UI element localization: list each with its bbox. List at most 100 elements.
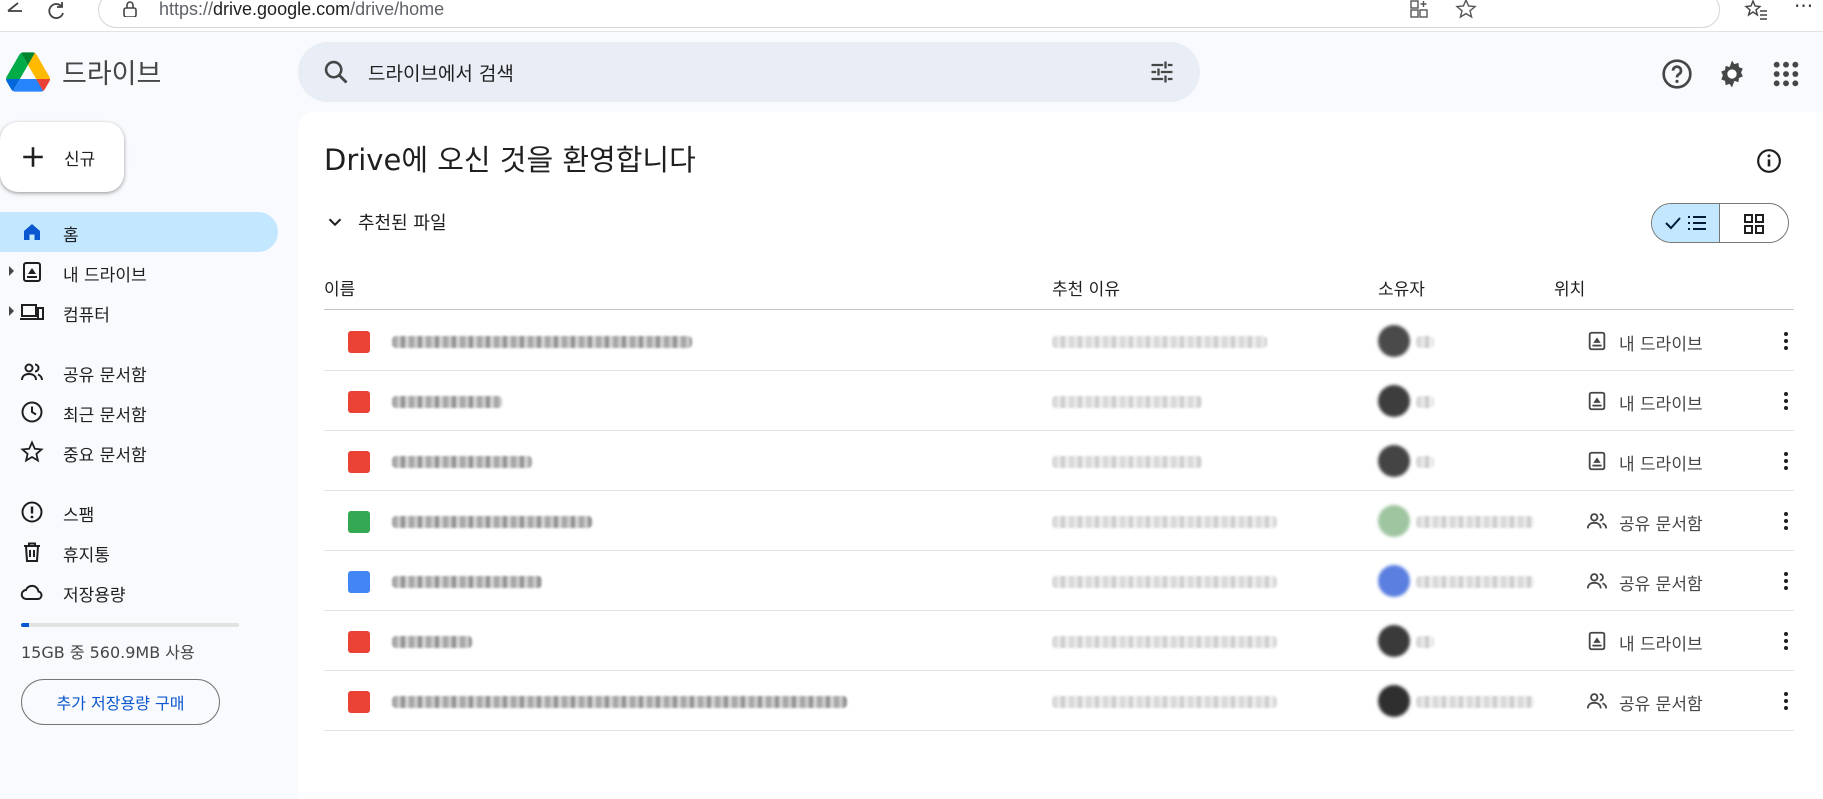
location-text: 내 드라이브 xyxy=(1619,335,1703,355)
reason-redacted xyxy=(1052,456,1202,468)
new-button-label: 신규 xyxy=(64,149,96,170)
search-input[interactable]: 드라이브에서 검색 xyxy=(368,59,514,86)
favorite-star-icon[interactable] xyxy=(1455,0,1477,20)
table-row[interactable]: 내 드라이브 xyxy=(324,311,1794,371)
video-file-icon xyxy=(348,391,370,413)
chevron-down-icon xyxy=(328,218,342,227)
section-title: 추천된 파일 xyxy=(358,213,447,234)
search-bar[interactable]: 드라이브에서 검색 xyxy=(298,42,1200,102)
reason-redacted xyxy=(1052,636,1277,648)
image-file-icon xyxy=(348,331,370,353)
spam-icon xyxy=(21,501,43,523)
table-row[interactable]: 공유 문서함 xyxy=(324,671,1794,731)
drive-logo-icon[interactable] xyxy=(6,50,50,94)
favorites-icon[interactable] xyxy=(1744,0,1768,22)
more-vert-icon[interactable] xyxy=(1774,449,1798,473)
reload-icon[interactable] xyxy=(42,0,70,22)
column-header-location: 위치 xyxy=(1554,280,1586,300)
expand-caret-icon[interactable] xyxy=(9,306,14,316)
new-button[interactable]: 신규 xyxy=(0,122,124,192)
star-icon xyxy=(20,440,44,463)
file-name-redacted xyxy=(392,516,592,528)
shared-icon xyxy=(21,363,43,381)
avatar xyxy=(1378,505,1410,537)
table-row[interactable]: 내 드라이브 xyxy=(324,431,1794,491)
expand-caret-icon[interactable] xyxy=(9,266,14,276)
storage-meter xyxy=(21,623,239,627)
url-text: https://drive.google.com/drive/home xyxy=(159,0,445,19)
help-icon[interactable] xyxy=(1661,58,1693,90)
address-bar[interactable]: https://drive.google.com/drive/home xyxy=(98,0,1720,28)
gear-icon[interactable] xyxy=(1716,58,1748,90)
more-vert-icon[interactable] xyxy=(1774,329,1798,353)
sidebar-item-shared[interactable]: 공유 문서함 xyxy=(0,352,278,392)
my-drive-icon xyxy=(1588,451,1606,471)
clock-icon xyxy=(21,401,43,423)
table-row[interactable]: 공유 문서함 xyxy=(324,491,1794,551)
owner-name-redacted xyxy=(1416,456,1434,468)
google-apps-icon[interactable] xyxy=(1770,58,1802,90)
lock-icon xyxy=(123,1,137,17)
sidebar-item-label: 중요 문서함 xyxy=(63,446,147,466)
sidebar-item-label: 휴지통 xyxy=(63,546,110,566)
sidebar-item-label: 최근 문서함 xyxy=(63,406,147,426)
more-vert-icon[interactable] xyxy=(1774,629,1798,653)
app-title: 드라이브 xyxy=(62,59,162,90)
suggested-files-toggle[interactable]: 추천된 파일 xyxy=(324,209,447,235)
grid-view-button[interactable] xyxy=(1720,204,1788,242)
sidebar-item-my-drive[interactable]: 내 드라이브 xyxy=(0,252,278,292)
buy-storage-button[interactable]: 추가 저장용량 구매 xyxy=(21,679,220,725)
sidebar-item-computers[interactable]: 컴퓨터 xyxy=(0,292,278,332)
file-name-redacted xyxy=(392,336,692,348)
computers-icon xyxy=(20,304,44,320)
browser-toolbar: https://drive.google.com/drive/home ··· xyxy=(0,0,1823,32)
location-text: 내 드라이브 xyxy=(1619,395,1703,415)
sidebar-item-spam[interactable]: 스팸 xyxy=(0,492,278,532)
more-vert-icon[interactable] xyxy=(1774,689,1798,713)
browser-menu-icon[interactable]: ··· xyxy=(1794,0,1813,18)
my-drive-icon xyxy=(1588,391,1606,411)
table-row[interactable]: 내 드라이브 xyxy=(324,611,1794,671)
owner-name-redacted xyxy=(1416,696,1534,708)
table-row[interactable]: 공유 문서함 xyxy=(324,551,1794,611)
sidebar-item-label: 스팸 xyxy=(63,506,95,526)
avatar xyxy=(1378,325,1410,357)
more-vert-icon[interactable] xyxy=(1774,509,1798,533)
avatar xyxy=(1378,625,1410,657)
table-row[interactable]: 내 드라이브 xyxy=(324,371,1794,431)
my-drive-icon xyxy=(23,262,41,282)
back-icon[interactable] xyxy=(0,0,28,22)
file-name-redacted xyxy=(392,576,542,588)
reason-redacted xyxy=(1052,696,1277,708)
file-name-redacted xyxy=(392,396,502,408)
sidebar-item-label: 컴퓨터 xyxy=(63,306,110,326)
sidebar-item-storage[interactable]: 저장용량 xyxy=(0,572,278,612)
shared-icon xyxy=(1586,693,1608,709)
reason-redacted xyxy=(1052,516,1277,528)
more-vert-icon[interactable] xyxy=(1774,389,1798,413)
column-header-name[interactable]: 이름 xyxy=(324,275,355,300)
reason-redacted xyxy=(1052,396,1202,408)
home-icon xyxy=(24,224,40,240)
sidebar-item-label: 공유 문서함 xyxy=(63,366,147,386)
info-icon[interactable] xyxy=(1756,148,1782,174)
owner-name-redacted xyxy=(1416,396,1434,408)
my-drive-icon xyxy=(1588,631,1606,651)
sidebar-item-label: 저장용량 xyxy=(63,586,126,606)
sidebar-item-home[interactable]: 홈 xyxy=(0,212,278,252)
sidebar-item-label: 홈 xyxy=(63,226,79,246)
sidebar-item-starred[interactable]: 중요 문서함 xyxy=(0,432,278,472)
shared-icon xyxy=(1586,573,1608,589)
sidebar-item-recent[interactable]: 최근 문서함 xyxy=(0,392,278,432)
page-title: Drive에 오신 것을 환영합니다 xyxy=(324,143,696,177)
sidebar-item-trash[interactable]: 휴지통 xyxy=(0,532,278,572)
table-header: 이름 추천 이유 소유자 위치 xyxy=(324,262,1794,310)
column-header-owner: 소유자 xyxy=(1378,280,1425,300)
list-view-button[interactable] xyxy=(1652,204,1720,242)
search-options-icon[interactable] xyxy=(1148,58,1176,86)
search-icon[interactable] xyxy=(322,58,350,86)
storage-usage-text: 15GB 중 560.9MB 사용 xyxy=(21,643,195,662)
main-content: Drive에 오신 것을 환영합니다 추천된 파일 이름 추천 이유 소유자 위… xyxy=(298,112,1823,799)
more-vert-icon[interactable] xyxy=(1774,569,1798,593)
apps-add-icon[interactable] xyxy=(1409,0,1429,19)
